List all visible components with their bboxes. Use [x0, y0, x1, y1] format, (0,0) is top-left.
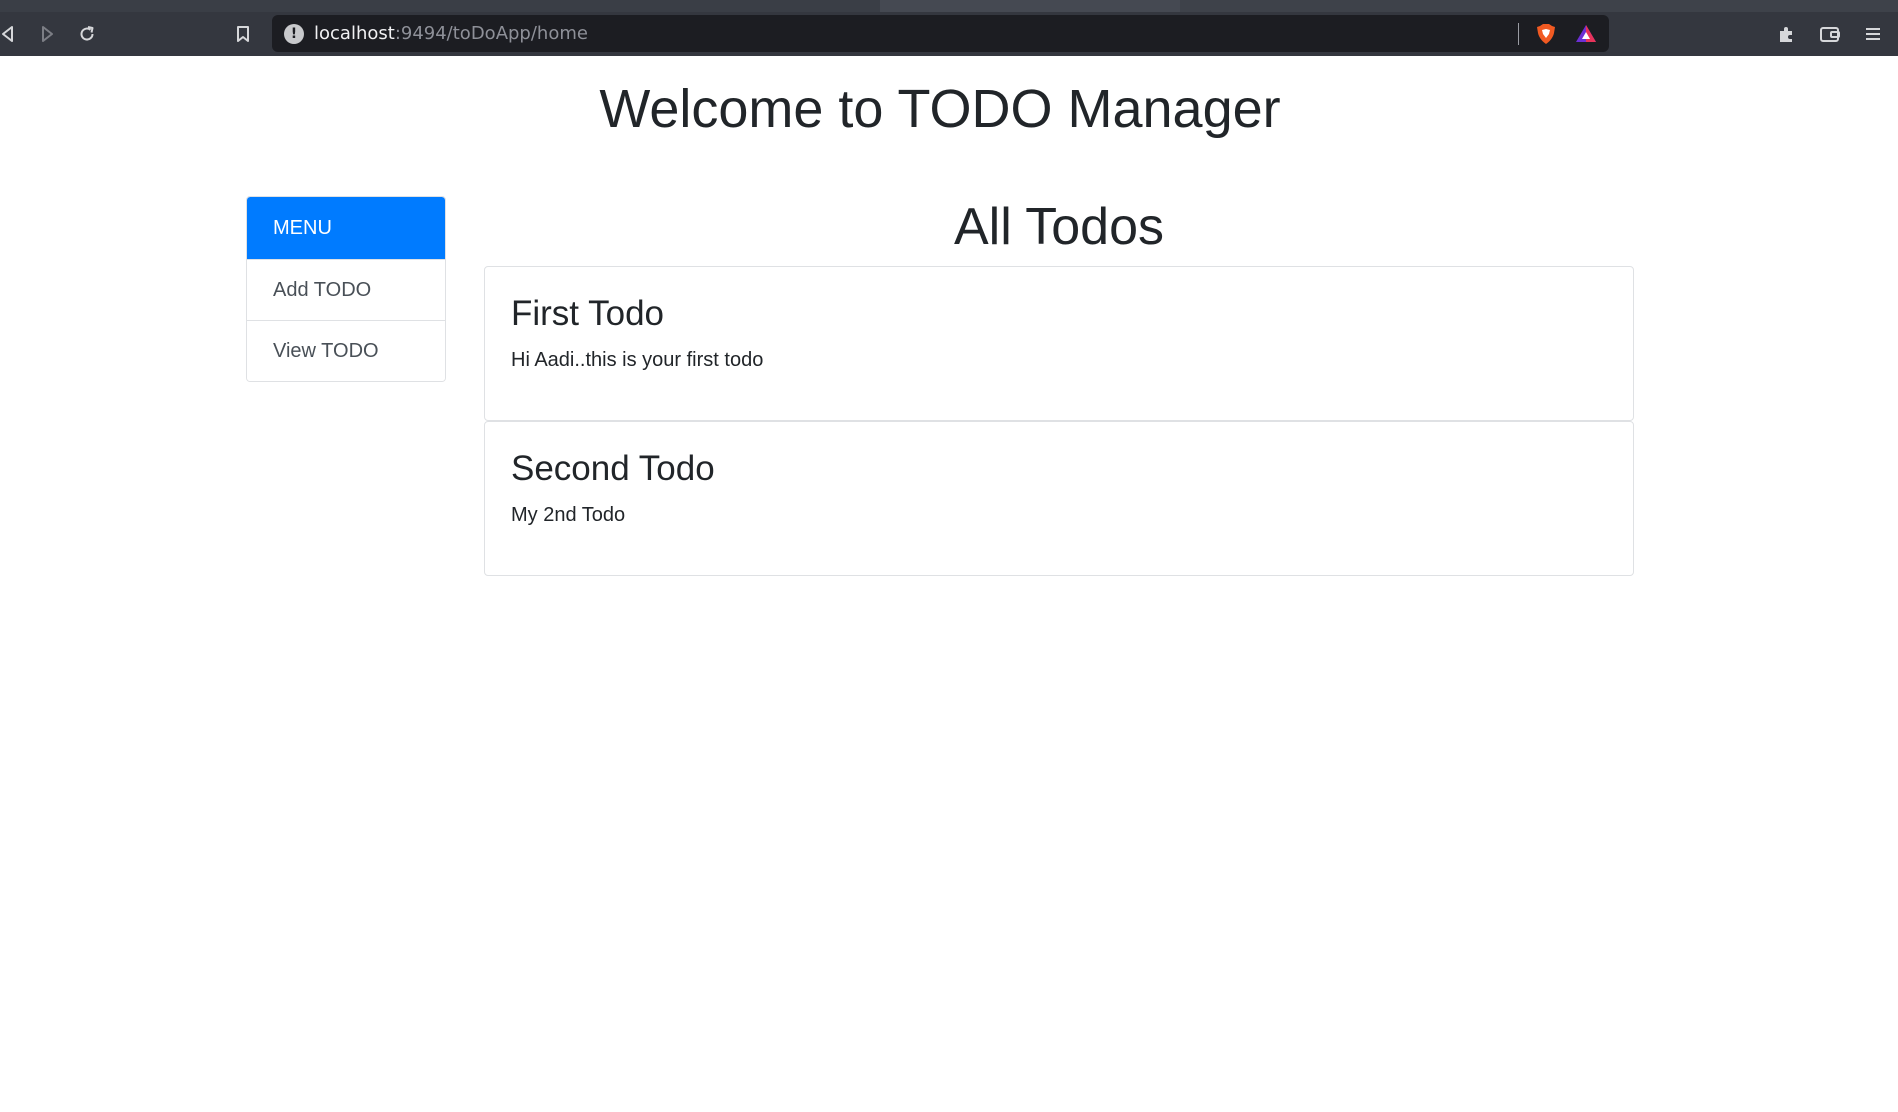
- todo-title: First Todo: [511, 294, 665, 333]
- forward-icon: [42, 26, 53, 42]
- tab-strip-segment: [0, 0, 880, 12]
- url-path: :9494/toDoApp/home: [394, 23, 588, 44]
- menu-item-add-todo[interactable]: Add TODO: [247, 259, 445, 320]
- reload-icon: [80, 26, 94, 41]
- todo-title: Second Todo: [511, 449, 715, 488]
- menu-item-view-todo[interactable]: View TODO: [247, 320, 445, 381]
- url-host: localhost: [314, 23, 395, 44]
- address-bar[interactable]: ! localhost:9494/toDoApp/home: [272, 15, 1609, 52]
- extensions-icon: [1780, 27, 1792, 42]
- menu-icon: [1866, 28, 1880, 40]
- tab-strip-segment: [1180, 0, 1898, 12]
- back-button[interactable]: [0, 20, 22, 48]
- site-info-icon[interactable]: !: [284, 24, 304, 44]
- browser-toolbar: ! localhost:9494/toDoApp/home: [0, 12, 1898, 56]
- extensions-button[interactable]: [1773, 20, 1801, 48]
- forward-button[interactable]: [33, 20, 61, 48]
- todo-content: My 2nd Todo: [511, 504, 626, 526]
- todo-card: First Todo Hi Aadi..this is your first t…: [484, 266, 1634, 421]
- section-title: All Todos: [953, 198, 1165, 256]
- brave-shield-button[interactable]: [1534, 22, 1558, 46]
- todo-content: Hi Aadi..this is your first todo: [511, 349, 764, 371]
- sidebar-menu: MENU Add TODO View TODO: [246, 196, 446, 382]
- url-text[interactable]: localhost:9494/toDoApp/home: [314, 24, 588, 44]
- bookmark-icon: [237, 26, 249, 42]
- brave-rewards-button[interactable]: [1574, 22, 1598, 46]
- bookmark-button[interactable]: [229, 20, 257, 48]
- browser-menu-button[interactable]: [1859, 20, 1887, 48]
- active-tab-edge[interactable]: [880, 0, 1180, 12]
- tab-strip: [0, 0, 1898, 12]
- address-bar-divider: [1518, 23, 1519, 45]
- back-icon: [2, 26, 13, 42]
- page-title: Welcome to TODO Manager: [599, 79, 1281, 139]
- brave-shield-icon: [1537, 24, 1555, 44]
- reload-button[interactable]: [73, 20, 101, 48]
- wallet-button[interactable]: [1816, 20, 1844, 48]
- todo-card: Second Todo My 2nd Todo: [484, 421, 1634, 576]
- brave-rewards-icon: [1576, 25, 1596, 42]
- wallet-icon: [1820, 27, 1840, 42]
- menu-header[interactable]: MENU: [247, 197, 445, 259]
